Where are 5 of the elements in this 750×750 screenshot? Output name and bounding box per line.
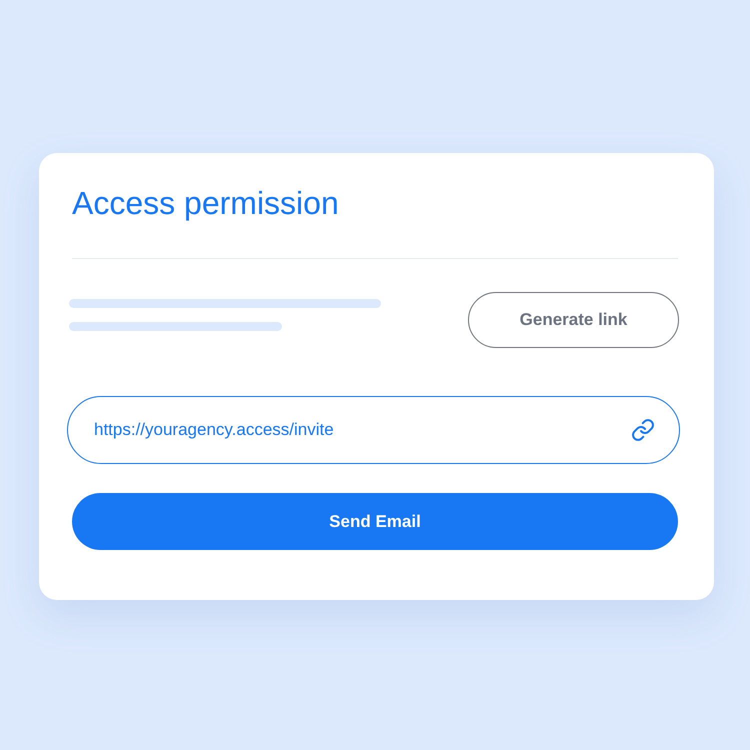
link-icon[interactable] [631,418,655,442]
card-title: Access permission [72,184,340,223]
url-field[interactable]: https://youragency.access/invite [67,396,680,464]
generate-link-button[interactable]: Generate link [468,292,679,348]
send-email-button[interactable]: Send Email [72,493,678,550]
